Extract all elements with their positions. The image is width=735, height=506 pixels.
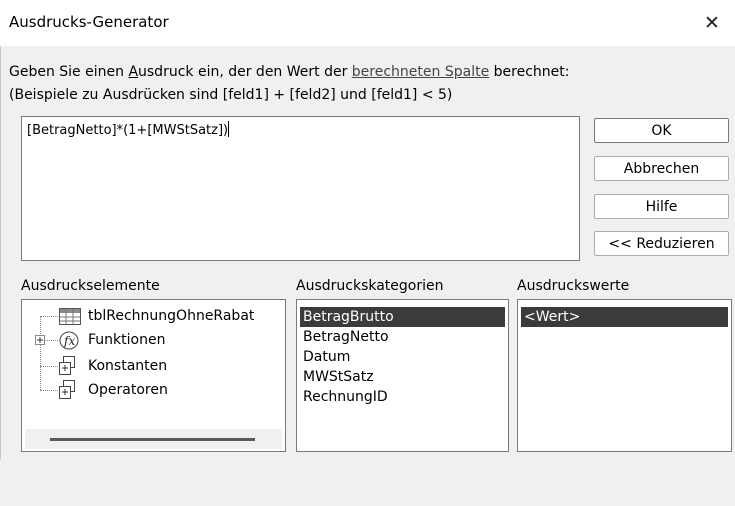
tree-item-label: Konstanten bbox=[88, 358, 168, 374]
elements-pane-label: Ausdruckselemente bbox=[21, 278, 160, 294]
expression-input[interactable]: [BetragNetto]*(1+[MWStSatz]) bbox=[21, 116, 580, 261]
instruction-line-2: (Beispiele zu Ausdrücken sind [feld1] + … bbox=[9, 87, 453, 103]
tree-item-constants[interactable]: Konstanten bbox=[88, 356, 167, 376]
constants-icon bbox=[59, 356, 75, 375]
values-pane-label: Ausdruckswerte bbox=[517, 278, 630, 294]
list-item[interactable]: BetragBrutto bbox=[300, 307, 505, 327]
list-item[interactable]: MWStSatz bbox=[300, 367, 374, 387]
categories-list[interactable]: BetragBrutto BetragNetto Datum MWStSatz … bbox=[296, 299, 509, 452]
instruction-text: Geben Sie einen bbox=[9, 64, 129, 80]
close-button[interactable]: ✕ bbox=[689, 0, 735, 46]
reduce-button[interactable]: << Reduzieren bbox=[594, 231, 729, 256]
expand-icon[interactable] bbox=[35, 335, 45, 345]
horizontal-scrollbar[interactable] bbox=[25, 429, 282, 449]
list-item[interactable]: <Wert> bbox=[521, 307, 728, 327]
instruction-text: usdruck ein, der den Wert der bbox=[138, 64, 352, 80]
list-item[interactable]: BetragNetto bbox=[300, 327, 389, 347]
tree-line bbox=[40, 316, 41, 390]
tree-item-table[interactable]: tblRechnungOhneRabat bbox=[88, 306, 254, 326]
window-title: Ausdrucks-Generator bbox=[9, 13, 169, 31]
tree-line bbox=[40, 390, 58, 391]
categories-pane-label: Ausdruckskategorien bbox=[296, 278, 444, 294]
svg-text:fx: fx bbox=[63, 334, 75, 348]
instruction-line-1: Geben Sie einen Ausdruck ein, der den We… bbox=[9, 64, 569, 80]
dialog-footer bbox=[0, 460, 735, 506]
list-item[interactable]: Datum bbox=[300, 347, 350, 367]
text-caret bbox=[228, 121, 230, 137]
title-bar: Ausdrucks-Generator ✕ bbox=[0, 0, 735, 46]
tree-item-functions[interactable]: Funktionen bbox=[88, 330, 165, 350]
tree-item-label: Operatoren bbox=[88, 382, 168, 398]
close-icon: ✕ bbox=[704, 12, 720, 34]
tree-item-label: Funktionen bbox=[88, 332, 166, 348]
list-item[interactable]: RechnungID bbox=[300, 387, 388, 407]
help-button[interactable]: Hilfe bbox=[594, 194, 729, 219]
tree-line bbox=[40, 366, 58, 367]
tree-line bbox=[40, 316, 58, 317]
values-list[interactable]: <Wert> bbox=[517, 299, 732, 452]
operators-icon bbox=[59, 380, 75, 399]
expression-text: [BetragNetto]*(1+[MWStSatz]) bbox=[27, 123, 229, 138]
ok-button[interactable]: OK bbox=[594, 118, 729, 143]
table-icon bbox=[59, 308, 81, 325]
tree-item-label: tblRechnungOhneRabat bbox=[88, 308, 255, 324]
accelerator-key: A bbox=[128, 64, 139, 80]
instruction-text: berechnet: bbox=[489, 64, 570, 80]
window-border bbox=[0, 46, 1, 506]
function-icon: fx bbox=[59, 331, 79, 350]
tree-item-operators[interactable]: Operatoren bbox=[88, 380, 168, 400]
scrollbar-thumb[interactable] bbox=[50, 438, 255, 441]
calculated-column-link[interactable]: berechneten Spalte bbox=[352, 64, 489, 80]
elements-tree[interactable]: tblRechnungOhneRabat fx Funktionen Konst… bbox=[21, 299, 286, 452]
cancel-button[interactable]: Abbrechen bbox=[594, 156, 729, 181]
